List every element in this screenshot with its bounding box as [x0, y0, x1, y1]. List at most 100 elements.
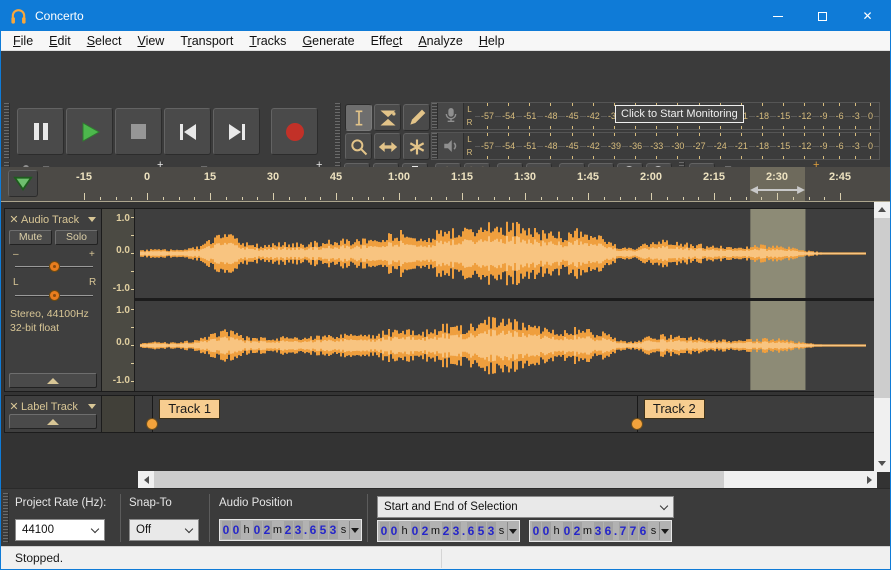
time-digit[interactable]: 7: [619, 522, 628, 540]
time-digit[interactable]: 2: [263, 521, 272, 539]
play-button[interactable]: [66, 108, 113, 155]
time-digit[interactable]: 6: [604, 522, 613, 540]
time-digit[interactable]: .: [303, 521, 308, 539]
time-digit[interactable]: 0: [563, 522, 572, 540]
pan-slider[interactable]: [15, 295, 93, 297]
selection-mode-combo[interactable]: Start and End of Selection: [377, 496, 674, 518]
selection-tool-button[interactable]: [345, 104, 372, 131]
vertical-scroll-thumb[interactable]: [874, 218, 890, 398]
time-digit[interactable]: h: [399, 522, 410, 540]
time-digit[interactable]: 3: [487, 522, 496, 540]
maximize-button[interactable]: [800, 1, 845, 31]
label-content[interactable]: Track 1Track 2: [135, 396, 874, 432]
solo-button[interactable]: Solo: [55, 230, 98, 245]
mute-button[interactable]: Mute: [9, 230, 52, 245]
time-digit[interactable]: 3: [594, 522, 603, 540]
time-digit[interactable]: .: [613, 522, 618, 540]
time-digit[interactable]: m: [582, 522, 593, 540]
scroll-up-button[interactable]: [874, 207, 890, 212]
time-digit[interactable]: 7: [629, 522, 638, 540]
skip-to-start-button[interactable]: [164, 108, 211, 155]
time-digit[interactable]: s: [648, 522, 659, 540]
time-digit[interactable]: 3: [329, 521, 338, 539]
vertical-scale-ruler[interactable]: 1.00.0-1.01.00.0-1.0: [102, 209, 135, 391]
time-digit[interactable]: 0: [222, 521, 231, 539]
waveform-channel-left[interactable]: [135, 209, 874, 298]
time-digit[interactable]: .: [461, 522, 466, 540]
playback-meter-button[interactable]: [438, 133, 464, 159]
menu-transport[interactable]: Transport: [172, 31, 241, 51]
time-digit[interactable]: 0: [253, 521, 262, 539]
menu-effect[interactable]: Effect: [363, 31, 411, 51]
time-digit[interactable]: 2: [442, 522, 451, 540]
pause-button[interactable]: [17, 108, 64, 155]
close-track-icon[interactable]: ✕: [7, 400, 21, 413]
transport-toolbar-grip[interactable]: [4, 103, 10, 159]
scroll-down-button[interactable]: [874, 455, 890, 472]
time-digit[interactable]: 0: [411, 522, 420, 540]
gain-thumb[interactable]: [49, 261, 60, 272]
menu-tracks[interactable]: Tracks: [241, 31, 294, 51]
menu-help[interactable]: Help: [471, 31, 513, 51]
label-chip[interactable]: Track 1: [159, 399, 220, 419]
collapse-track-button[interactable]: [9, 373, 97, 388]
draw-tool-button[interactable]: [403, 104, 430, 131]
time-field-dropdown[interactable]: [349, 521, 360, 539]
menu-analyze[interactable]: Analyze: [410, 31, 470, 51]
selection-toolbar-grip[interactable]: [3, 493, 9, 543]
waveform-channel-right[interactable]: [135, 301, 874, 390]
audio-position-field[interactable]: 00h02m23.653s: [219, 519, 362, 541]
project-rate-combo[interactable]: 44100: [15, 519, 105, 541]
zoom-tool-button[interactable]: [345, 133, 372, 160]
skip-to-end-button[interactable]: [213, 108, 260, 155]
tools-toolbar-grip[interactable]: [335, 103, 341, 159]
label-marker-handle[interactable]: [146, 418, 158, 430]
time-digit[interactable]: m: [430, 522, 441, 540]
label-track-panel[interactable]: ✕ Label Track: [5, 396, 102, 432]
pinned-play-head-button[interactable]: [8, 170, 38, 197]
time-digit[interactable]: 5: [477, 522, 486, 540]
time-digit[interactable]: 0: [390, 522, 399, 540]
gain-slider[interactable]: [15, 266, 93, 268]
time-field-dropdown[interactable]: [659, 522, 670, 540]
selection-start-field[interactable]: 00h02m23.653s: [377, 520, 520, 542]
label-marker-handle[interactable]: [631, 418, 643, 430]
close-button[interactable]: ✕: [845, 1, 890, 31]
timeline-ruler[interactable]: -1501530451:001:151:301:452:002:152:302:…: [1, 167, 890, 202]
stop-button[interactable]: [115, 108, 162, 155]
time-digit[interactable]: h: [241, 521, 252, 539]
time-digit[interactable]: 2: [284, 521, 293, 539]
multi-tool-button[interactable]: [403, 133, 430, 160]
selection-end-field[interactable]: 00h02m36.776s: [529, 520, 672, 542]
time-digit[interactable]: 6: [639, 522, 648, 540]
time-digit[interactable]: 5: [319, 521, 328, 539]
pan-thumb[interactable]: [49, 290, 60, 301]
vertical-scrollbar[interactable]: [874, 202, 890, 472]
playback-meter[interactable]: LR -57-54-51-48-45-42-39-36-33-30-27-24-…: [431, 132, 880, 160]
time-shift-tool-button[interactable]: [374, 133, 401, 160]
time-digit[interactable]: 6: [467, 522, 476, 540]
horizontal-scroll-thumb[interactable]: [154, 471, 724, 488]
time-digit[interactable]: 3: [294, 521, 303, 539]
record-button[interactable]: [271, 108, 318, 155]
menu-select[interactable]: Select: [79, 31, 130, 51]
horizontal-scrollbar[interactable]: [138, 471, 877, 488]
menu-generate[interactable]: Generate: [294, 31, 362, 51]
scroll-left-button[interactable]: [138, 471, 154, 488]
snap-to-combo[interactable]: Off: [129, 519, 199, 541]
collapse-track-button[interactable]: [9, 414, 97, 429]
recording-meter-button[interactable]: [438, 103, 464, 129]
audio-track[interactable]: ✕ Audio Track Mute Solo – + L R Stereo, …: [4, 208, 875, 392]
title-bar[interactable]: Concerto ✕: [1, 1, 890, 31]
time-field-dropdown[interactable]: [507, 522, 518, 540]
minimize-button[interactable]: [755, 1, 800, 31]
time-digit[interactable]: 0: [542, 522, 551, 540]
time-digit[interactable]: 0: [380, 522, 389, 540]
menu-view[interactable]: View: [129, 31, 172, 51]
monitoring-tooltip[interactable]: Click to Start Monitoring: [615, 105, 744, 123]
time-digit[interactable]: 2: [421, 522, 430, 540]
waveform-area[interactable]: [135, 209, 874, 391]
label-track[interactable]: ✕ Label Track Track 1Track 2: [4, 395, 875, 433]
time-digit[interactable]: 6: [309, 521, 318, 539]
menu-edit[interactable]: Edit: [41, 31, 79, 51]
